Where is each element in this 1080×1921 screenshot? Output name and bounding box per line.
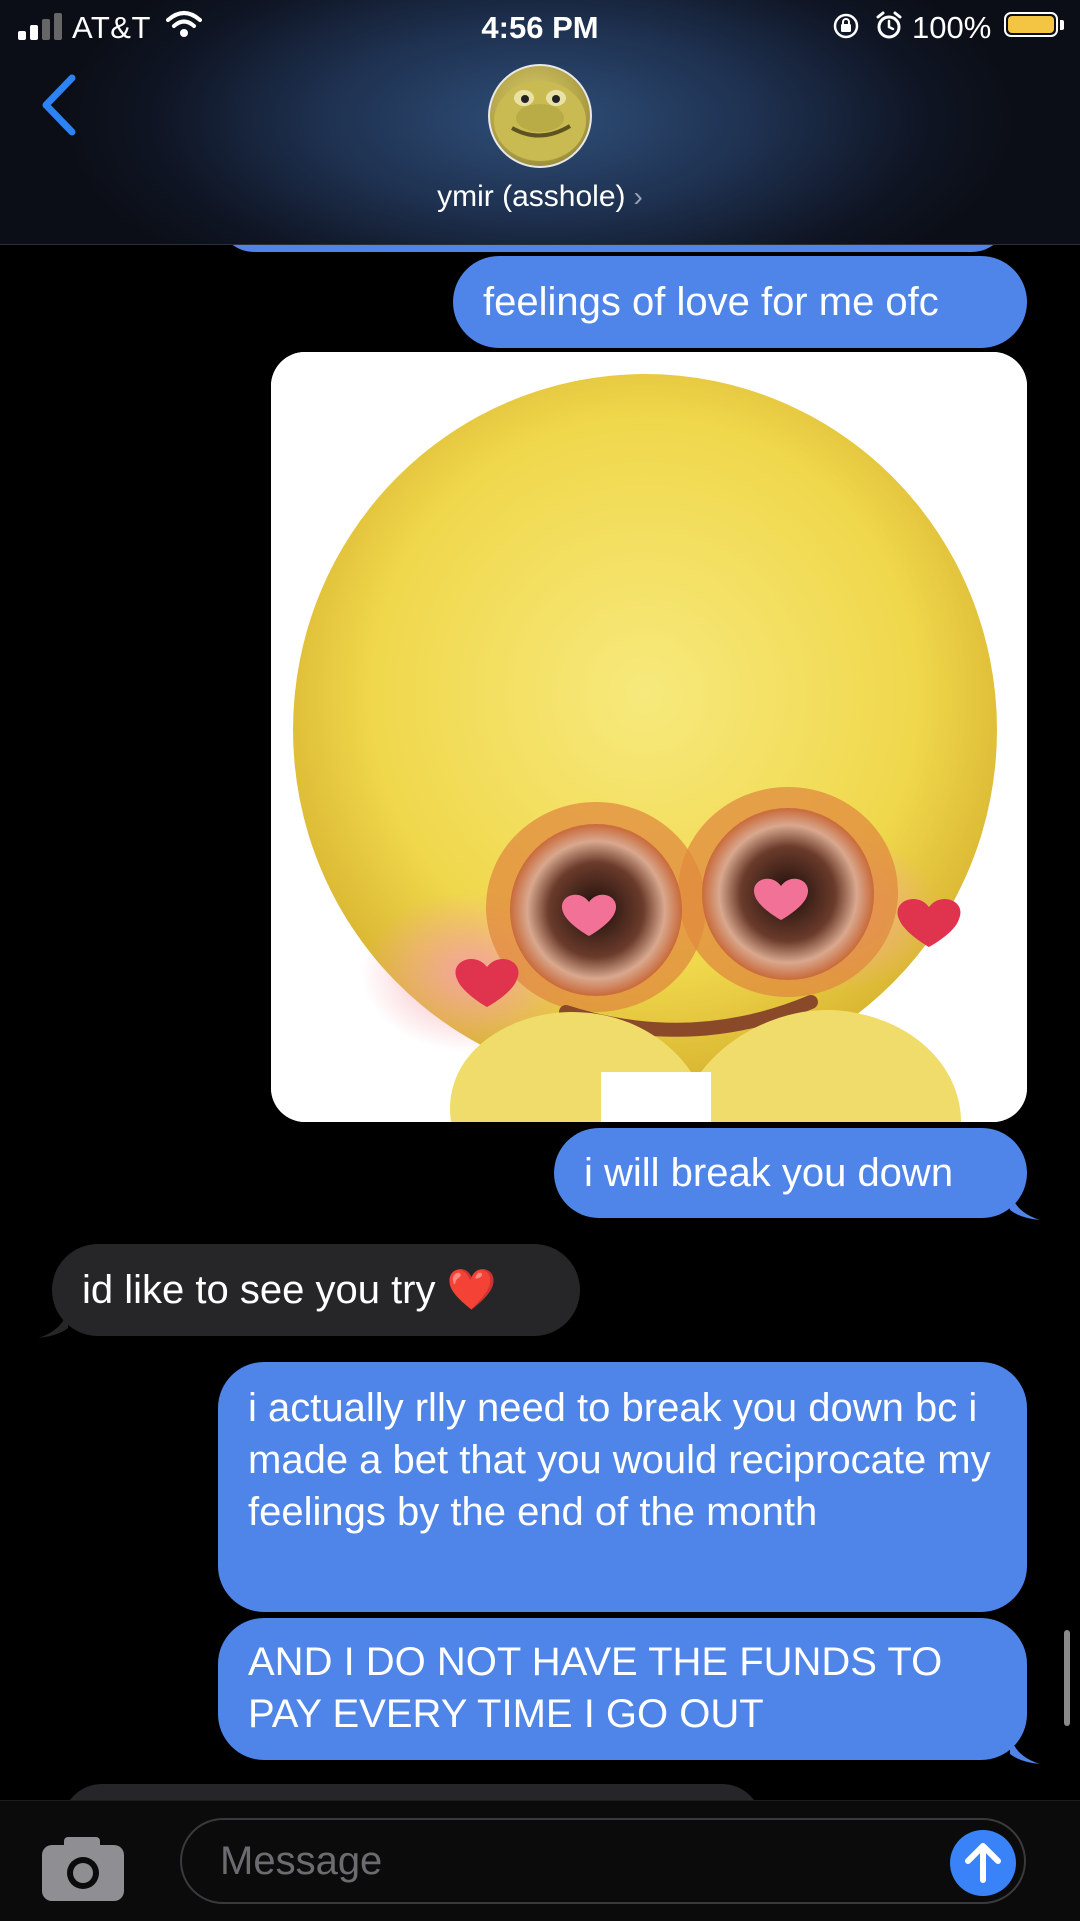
frog-face-icon — [494, 81, 586, 161]
contact-name-row[interactable]: ymir (asshole) › — [0, 180, 1080, 214]
message-text: feelings of love for me ofc — [483, 280, 939, 324]
arrow-up-icon — [965, 1843, 1001, 1883]
bubble-tail — [1010, 1734, 1040, 1764]
alarm-icon — [876, 11, 902, 39]
message-bubble-sent[interactable]: feelings of love for me ofc — [453, 256, 1027, 348]
message-bubble-sent[interactable]: i actually rlly need to break you down b… — [218, 1362, 1027, 1612]
message-text: i will break you down — [584, 1151, 954, 1195]
avatar[interactable] — [488, 64, 592, 168]
back-button[interactable] — [30, 70, 90, 140]
bubble-tail — [38, 1308, 68, 1338]
status-bar: AT&T 4:56 PM 100% — [0, 0, 1080, 56]
message-bubble-received[interactable]: id like to see you try ❤️ — [52, 1244, 580, 1336]
chevron-right-icon: › — [633, 181, 643, 212]
compose-bar — [0, 1800, 1080, 1921]
message-bubble-sent[interactable]: i will break you down — [554, 1128, 1027, 1218]
chevron-left-icon — [42, 74, 76, 136]
image-message[interactable] — [271, 352, 1027, 1122]
camera-button[interactable] — [40, 1835, 126, 1905]
send-button[interactable] — [950, 1830, 1016, 1896]
message-text: id like to see you try ❤️ — [82, 1268, 497, 1312]
contact-name: ymir (asshole) — [437, 180, 626, 213]
message-input[interactable] — [180, 1818, 1026, 1904]
battery-percentage: 100% — [912, 10, 992, 45]
message-bubble-sent[interactable]: AND I DO NOT HAVE THE FUNDS TO PAY EVERY… — [218, 1618, 1027, 1760]
heart-eyes-emoji-image — [271, 352, 1027, 1122]
bubble-tail — [1010, 1190, 1040, 1220]
message-text: AND I DO NOT HAVE THE FUNDS TO PAY EVERY… — [248, 1640, 943, 1736]
message-text: i actually rlly need to break you down b… — [248, 1386, 991, 1534]
battery-icon — [1004, 12, 1058, 37]
scrollbar[interactable] — [1064, 1630, 1070, 1726]
camera-icon — [42, 1837, 124, 1901]
rotation-lock-icon — [833, 13, 859, 39]
